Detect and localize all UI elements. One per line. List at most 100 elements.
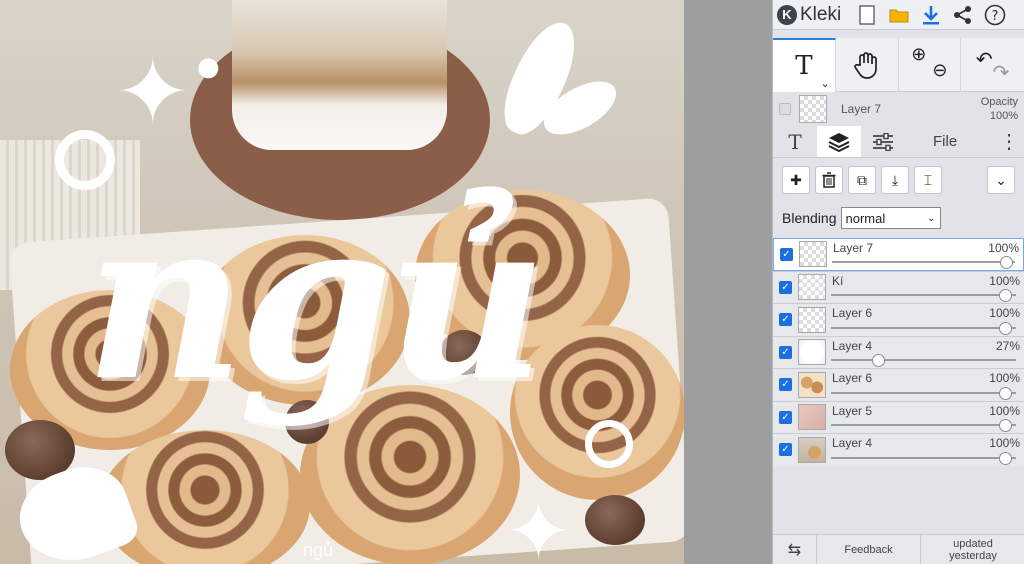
zoom-out-icon[interactable]: ⊖ [932,60,947,81]
help-icon[interactable]: ? [983,3,1007,27]
current-layer-name: Layer 7 [841,102,882,116]
layer-thumbnail [798,274,826,301]
opacity-slider-knob[interactable] [999,289,1012,302]
layer-opacity: 100% [989,436,1020,450]
open-folder-icon[interactable] [887,3,911,27]
tab-layers[interactable] [817,126,861,157]
layer-visibility-checkbox[interactable]: ✓ [779,313,792,327]
undo-redo-controls: ↶ ↷ [961,38,1024,92]
layer-visibility-checkbox[interactable]: ✓ [779,280,792,294]
redo-icon[interactable]: ↷ [993,60,1010,85]
artwork-title: ngủ [85,170,547,429]
updated-line-1: updated [953,537,993,550]
zoom-in-icon[interactable]: ⊕ [911,44,926,81]
opacity-value: 100% [989,110,1018,122]
opacity-slider-track[interactable] [831,391,1016,394]
sparkle-icon: ✦ [505,485,573,564]
chevron-down-icon[interactable]: ⌄ [821,77,830,90]
opacity-slider-knob[interactable] [999,419,1012,432]
opacity-slider-track[interactable] [831,359,1016,361]
opacity-slider-knob[interactable] [999,321,1012,335]
layer-name: Layer 4 [832,338,873,353]
layer-row[interactable]: ✓ Layer 6 100% [773,303,1024,336]
tool-row: T ⌄ ⊕ ⊖ ↶ ↷ [773,38,1024,92]
layer-row[interactable]: ✓ Layer 7 100% [773,238,1024,271]
layer-thumbnail [798,371,826,398]
opacity-slider-knob[interactable] [1000,255,1013,269]
share-icon[interactable] [951,3,975,27]
opacity-slider-knob[interactable] [871,354,885,367]
layer-visibility-checkbox[interactable]: ✓ [779,378,792,392]
merge-layer-button[interactable]: ⤓ [881,166,909,194]
blend-mode-value: normal [845,210,886,226]
app-logo[interactable]: K Kleki [777,4,841,26]
more-menu-icon[interactable]: ⋮ [994,126,1024,157]
layer-visibility-check[interactable] [779,103,791,115]
swap-side-icon[interactable]: ⇆ [773,535,817,564]
layer-row[interactable]: ✓ Layer 6 100% [773,368,1024,401]
layer-visibility-checkbox[interactable]: ✓ [780,247,793,261]
tab-adjust[interactable] [861,126,905,157]
hand-tool-button[interactable] [836,38,899,92]
opacity-slider-track[interactable] [831,424,1016,426]
opacity-slider-track[interactable] [832,260,1015,263]
layer-row[interactable]: ✓ Layer 5 100% [773,400,1024,433]
opacity-display[interactable]: Opacity 100% [981,95,1018,123]
layer-name: Layer 7 [833,241,874,255]
artwork-canvas[interactable]: ✦ ✦ ● ngủ ngủ [0,0,684,564]
layer-opacity: 100% [989,306,1020,320]
feedback-button[interactable]: Feedback [817,535,921,564]
tab-file[interactable]: File [915,126,975,157]
changelog-button[interactable]: updated yesterday [921,535,1024,564]
text-icon: T [788,129,802,154]
new-image-icon[interactable] [855,3,879,27]
blend-mode-select[interactable]: normal ⌄ [840,207,941,229]
opacity-slider-knob[interactable] [999,386,1012,400]
opacity-slider-track[interactable] [831,326,1016,329]
layer-opacity: 27% [995,338,1020,353]
download-icon[interactable] [919,3,943,27]
layer-row[interactable]: ✓ Layer 4 100% [773,433,1024,466]
layer-opacity: 100% [989,403,1020,418]
text-tool-button[interactable]: T ⌄ [773,38,836,92]
opacity-label: Opacity [980,96,1018,108]
blending-label: Blending [782,210,837,226]
layer-thumbnail [799,241,827,268]
side-panel: K Kleki ? T ⌄ ⊕ ⊖ ↶ ↷ Layer 7 Opacity 10… [772,0,1024,564]
collapse-chevron-icon[interactable]: ⌄ [987,166,1015,194]
layer-name: Layer 6 [832,306,873,320]
duplicate-layer-button[interactable]: ⧉ [848,166,876,194]
delete-layer-button[interactable] [815,166,843,194]
sliders-icon [873,132,893,151]
canvas-area[interactable]: ✦ ✦ ● ngủ ngủ [0,0,772,564]
layer-name: Kí [832,273,844,288]
add-layer-button[interactable]: ✚ [782,166,810,194]
layer-actions: ✚ ⧉ ⤓ ⌶ ⌄ [773,158,1024,202]
layer-thumbnail [798,404,826,431]
glass [232,0,447,150]
panel-tabs: T File ⋮ [773,126,1024,158]
sparkle-icon: ✦ [115,40,191,145]
layer-visibility-checkbox[interactable]: ✓ [779,443,792,457]
layer-list: ✓ Layer 7 100% ✓ Kí 100% ✓ Layer 6 100% ✓ Layer 4 2… [773,238,1024,466]
layer-row[interactable]: ✓ Layer 4 27% [773,335,1024,368]
updated-line-2: yesterday [949,549,997,562]
layer-name: Layer 6 [832,371,873,385]
layer-visibility-checkbox[interactable]: ✓ [779,345,792,359]
trash-icon [822,172,836,188]
zoom-controls: ⊕ ⊖ [899,38,962,92]
opacity-slider-track[interactable] [831,294,1016,296]
opacity-slider-track[interactable] [831,456,1016,459]
opacity-slider-knob[interactable] [999,451,1012,465]
rename-layer-button[interactable]: ⌶ [914,166,942,194]
tab-text[interactable]: T [773,126,817,157]
undo-icon[interactable]: ↶ [976,47,993,72]
current-layer-thumbnail [799,95,827,123]
layer-row[interactable]: ✓ Kí 100% [773,270,1024,303]
layer-opacity: 100% [988,241,1019,255]
app-name: Kleki [800,3,842,25]
artwork-caption: ngủ [303,540,334,560]
layer-visibility-checkbox[interactable]: ✓ [779,410,792,424]
current-layer-info: Layer 7 Opacity 100% [773,92,1024,126]
ring-decoration [585,420,633,468]
